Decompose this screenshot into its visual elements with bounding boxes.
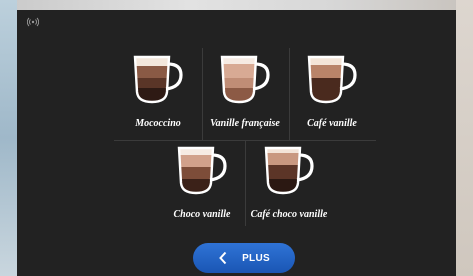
coffee-machine-screen: Mococcino Vanille française Café vanille…	[17, 10, 456, 276]
choco-vanille-cup-icon	[177, 146, 227, 195]
cafe-choco-vanille-cup-icon	[264, 146, 314, 195]
wifi-icon	[27, 17, 39, 27]
cafe-vanille-cup-icon	[307, 55, 357, 104]
drink-label: Café vanille	[307, 118, 357, 129]
vanille-francaise-cup-icon	[220, 55, 270, 104]
chevron-left-icon	[219, 251, 227, 265]
device-frame-left	[0, 0, 17, 276]
drink-cafe-choco-vanille[interactable]: Café choco vanille	[244, 143, 334, 229]
drink-cafe-vanille[interactable]: Café vanille	[287, 52, 377, 138]
drink-label: Café choco vanille	[250, 209, 328, 220]
mococcino-cup-icon	[133, 55, 183, 104]
plus-button[interactable]: PLUS	[193, 243, 295, 273]
device-frame-right	[456, 0, 473, 276]
plus-button-label: PLUS	[242, 252, 270, 264]
